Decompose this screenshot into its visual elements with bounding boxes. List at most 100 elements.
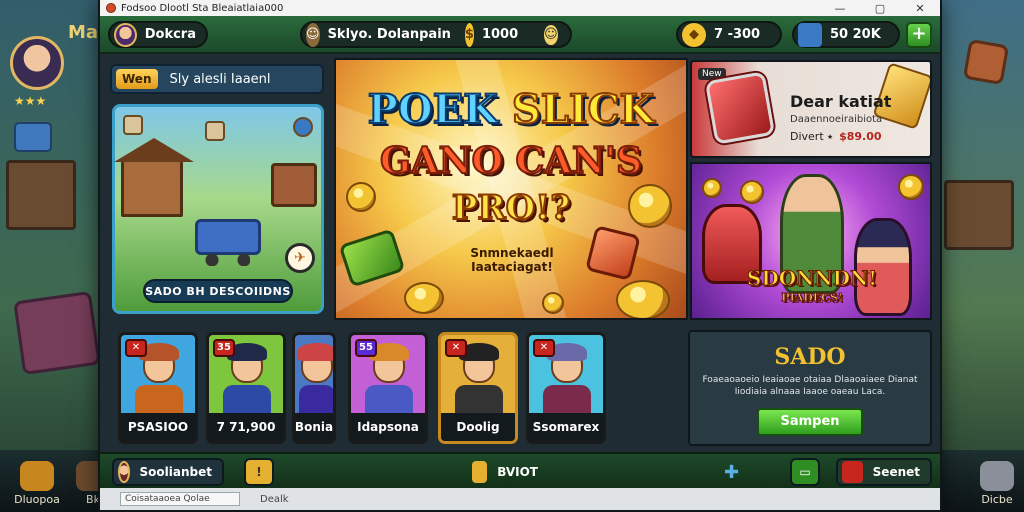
cart-icon	[195, 219, 261, 266]
coin-icon	[628, 184, 672, 228]
character-card[interactable]: Bonia	[292, 332, 336, 444]
character-label: Bonia	[295, 413, 333, 441]
chat-button[interactable]: ▭	[790, 458, 820, 486]
chest-icon	[14, 122, 52, 152]
offer-title: Dear katiat	[790, 92, 892, 111]
coin-icon	[898, 174, 924, 200]
center-value: Dolanpain	[376, 27, 451, 42]
status-text: Dealk	[260, 493, 289, 505]
sado-panel: SADO Foaeaoaoeio Ieaiaoae otaiaa Dlaaoai…	[688, 330, 932, 446]
heroes-event-card[interactable]: SDONNDN! PIADECS!	[690, 162, 932, 320]
character-label: PSASIOO	[121, 413, 195, 441]
background-left: Ma ★★★	[0, 0, 110, 512]
gems-counter[interactable]: ◆ 7 -300	[676, 21, 782, 48]
resource-bar: Dokcra ☺ Sklyo. Dolanpain $ 1000 ☺ ◆ 7 -…	[100, 16, 940, 54]
avatar	[114, 22, 137, 47]
player-profile[interactable]: Dokcra	[108, 21, 208, 48]
character-card[interactable]: 35 7 71,900	[206, 332, 286, 444]
rank-stars-icon: ★★★	[14, 94, 47, 108]
character-card[interactable]: ✕ Doolig	[438, 332, 518, 444]
coins-value: 1000	[481, 27, 519, 42]
offer-price: Divert ⭑ $89.00	[790, 130, 882, 143]
settings-button[interactable]: Seenet	[836, 458, 932, 486]
coin-icon	[346, 182, 376, 212]
coin-icon	[702, 178, 722, 198]
chat-icon: ▭	[799, 465, 811, 479]
smile-icon: ☺	[544, 24, 558, 45]
sado-title: SADO	[774, 344, 846, 370]
event-banner[interactable]: POEK SLICK GANO CAN'S PRO!? Snmnekaedl I…	[334, 58, 688, 320]
shield-icon	[293, 117, 313, 137]
status-line: Coisataaoea Qolae Dealk	[100, 488, 940, 510]
character-card[interactable]: ✕ PSASIOO	[118, 332, 198, 444]
center-label: Sklyo.	[327, 27, 373, 42]
news-tab[interactable]: Wen Sly alesli Iaaenl	[110, 64, 324, 94]
coin-icon	[542, 292, 564, 314]
player-title-pill[interactable]: ☺ Sklyo. Dolanpain $ 1000 ☺	[300, 21, 572, 48]
social-button[interactable]: Soolianbet	[112, 458, 224, 486]
window-title: Fodsoo Dlootl Sta Bleaiatlaia000	[121, 2, 284, 14]
chest-value: 50 20K	[830, 27, 881, 42]
background-title: Ma	[68, 22, 99, 43]
bottom-bar: Soolianbet ! BVIOT ✚ ▭ Seenet	[100, 452, 940, 488]
offer-description: Daaennoeiraibiota	[790, 114, 883, 125]
sword-icon	[980, 461, 1014, 491]
inventory-button[interactable]: BVIOT	[468, 458, 548, 486]
character-badge: ✕	[125, 339, 147, 357]
event-title: SDONNDN! PIADECS!	[746, 266, 878, 305]
close-button[interactable]: ✕	[900, 0, 940, 16]
character-label: Doolig	[441, 413, 515, 441]
quest-icon	[123, 115, 143, 135]
banner-headline-1: POEK SLICK	[367, 85, 655, 134]
village-feature-card[interactable]: ✈ SADO BH DESCOIIDNS	[112, 104, 324, 314]
character-badge: 35	[213, 339, 235, 357]
chest-icon	[798, 22, 822, 47]
reward-icon	[205, 121, 225, 141]
character-card[interactable]: ✕ Ssomarex	[526, 332, 606, 444]
profile-icon: ☺	[306, 22, 320, 47]
banner-subtitle: Snmnekaedl Iaataciagat!	[470, 246, 554, 274]
new-badge: Wen	[116, 69, 158, 89]
sado-text: Foaeaoaoeio Ieaiaoae otaiaa Dlaaoaiaee D…	[702, 375, 918, 397]
coin-icon	[740, 180, 764, 204]
feature-caption: SADO BH DESCOIIDNS	[143, 279, 293, 303]
gem-icon: ◆	[682, 22, 706, 47]
hut-icon	[944, 180, 1014, 250]
character-badge: ✕	[533, 339, 555, 357]
character-label: 7 71,900	[209, 413, 283, 441]
compass-icon[interactable]: ✈	[285, 243, 315, 273]
window-titlebar: Fodsoo Dlootl Sta Bleaiatlaia000 — ▢ ✕	[100, 0, 940, 16]
info-icon: !	[256, 465, 262, 479]
news-text: Sly alesli Iaaenl	[169, 71, 271, 87]
character-label: Idapsona	[351, 413, 425, 441]
box-icon	[472, 461, 488, 483]
sampen-button[interactable]: Sampen	[757, 408, 863, 436]
puzzle-button[interactable]: ✚	[724, 458, 752, 486]
status-field[interactable]: Coisataaoea Qolae	[120, 492, 240, 506]
player-avatar-background	[10, 36, 64, 90]
coin-icon: $	[464, 22, 474, 47]
puzzle-icon: ✚	[724, 461, 740, 483]
info-button[interactable]: !	[244, 458, 274, 486]
coin-icon	[616, 280, 670, 318]
dock-item[interactable]: Dicbe	[962, 461, 1024, 506]
character-label: Ssomarex	[529, 413, 603, 441]
add-currency-button[interactable]: +	[906, 22, 932, 48]
hut-icon	[6, 160, 76, 230]
app-icon	[106, 3, 116, 13]
drum-icon	[20, 461, 54, 491]
avatar	[118, 461, 130, 483]
coin-icon	[404, 282, 444, 314]
deal-offer-card[interactable]: New Dear katiat Daaennoeiraibiota Divert…	[690, 60, 932, 158]
hut-icon	[271, 163, 317, 207]
chest-counter[interactable]: 50 20K	[792, 21, 900, 48]
gift-icon	[842, 461, 863, 483]
gift-icon	[704, 71, 776, 145]
minimize-button[interactable]: —	[820, 0, 860, 16]
gems-value: 7 -300	[714, 27, 761, 42]
maximize-button[interactable]: ▢	[860, 0, 900, 16]
character-badge: 55	[355, 339, 377, 357]
character-badge: ✕	[445, 339, 467, 357]
crate-icon	[13, 290, 101, 376]
character-card[interactable]: 55 Idapsona	[348, 332, 428, 444]
